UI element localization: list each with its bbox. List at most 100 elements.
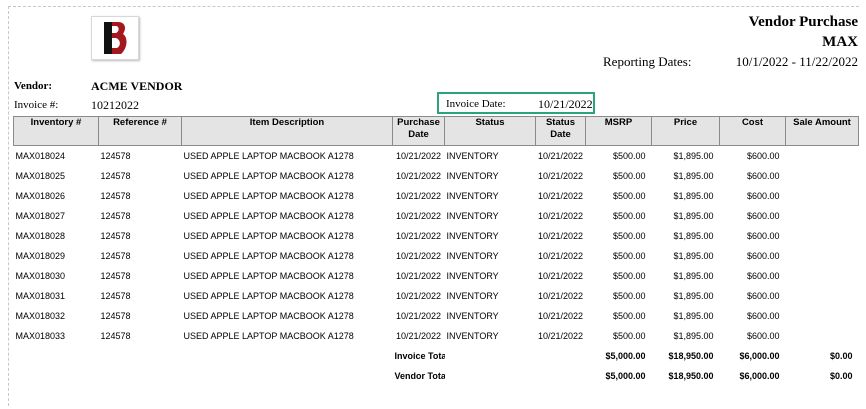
- column-header: Price: [651, 116, 720, 146]
- table-cell: INVENTORY: [446, 271, 499, 281]
- table-cell: INVENTORY: [446, 291, 499, 301]
- table-row: MAX018026 124578 USED APPLE LAPTOP MACBOOK…: [14, 186, 859, 206]
- table-cell: 124578: [100, 251, 131, 261]
- table-cell: 10/21/2022: [395, 331, 442, 341]
- reporting-dates-label: Reporting Dates:: [603, 54, 692, 69]
- table-cell: $500.00: [612, 311, 646, 321]
- table-cell: USED APPLE LAPTOP MACBOOK A1278: [183, 151, 354, 161]
- table-cell: $600.00: [746, 251, 780, 261]
- table-cell: INVENTORY: [446, 251, 499, 261]
- table-cell: $500.00: [612, 291, 646, 301]
- b-logo-icon: [104, 22, 127, 54]
- table-cell: $1,895.00: [673, 231, 714, 241]
- table-cell: MAX018024: [15, 151, 66, 161]
- empty-cell: [14, 346, 99, 366]
- table-cell: MAX018030: [15, 271, 66, 281]
- reporting-dates-value: 10/1/2022 - 11/22/2022: [735, 54, 858, 69]
- table-cell: USED APPLE LAPTOP MACBOOK A1278: [183, 291, 354, 301]
- column-header: Status Date: [535, 116, 586, 146]
- table-cell: 10/21/2022: [537, 211, 584, 221]
- table-cell: MAX018031: [15, 291, 66, 301]
- table-cell: [786, 226, 859, 246]
- table-cell: USED APPLE LAPTOP MACBOOK A1278: [183, 311, 354, 321]
- empty-cell: [536, 366, 586, 386]
- table-cell: INVENTORY: [446, 171, 499, 181]
- table-cell: $600.00: [746, 311, 780, 321]
- table-cell: 10/21/2022: [537, 171, 584, 181]
- table-cell: $500.00: [612, 171, 646, 181]
- column-header: Reference #: [98, 116, 182, 146]
- column-header: Inventory #: [13, 116, 99, 146]
- report-title: Vendor Purchase: [748, 14, 858, 30]
- table-cell: $600.00: [746, 291, 780, 301]
- table-row: MAX018029 124578 USED APPLE LAPTOP MACBOOK…: [14, 246, 859, 266]
- table-cell: 10/21/2022: [395, 191, 442, 201]
- company-logo: [91, 16, 139, 60]
- table-cell: MAX018026: [15, 191, 66, 201]
- invoice-date-label: Invoice Date:: [446, 98, 506, 110]
- table-cell: USED APPLE LAPTOP MACBOOK A1278: [183, 251, 354, 261]
- table-cell: [786, 306, 859, 326]
- table-row: MAX018025 124578 USED APPLE LAPTOP MACBOOK…: [14, 166, 859, 186]
- empty-cell: [14, 366, 99, 386]
- table-cell: 10/21/2022: [537, 271, 584, 281]
- report-subtitle: MAX: [822, 34, 858, 50]
- table-row: MAX018033 124578 USED APPLE LAPTOP MACBOOK…: [14, 326, 859, 346]
- table-cell: MAX018027: [15, 211, 66, 221]
- table-cell: $1,895.00: [673, 271, 714, 281]
- table-cell: 10/21/2022: [537, 231, 584, 241]
- table-cell: $500.00: [612, 331, 646, 341]
- table-cell: $1,895.00: [673, 171, 714, 181]
- table-cell: INVENTORY: [446, 231, 499, 241]
- table-cell: [786, 206, 859, 226]
- total-value: $18,950.00: [668, 371, 714, 381]
- empty-cell: [445, 366, 536, 386]
- table-cell: $500.00: [612, 251, 646, 261]
- table-cell: MAX018029: [15, 251, 66, 261]
- table-cell: 124578: [100, 331, 131, 341]
- table-cell: $500.00: [612, 271, 646, 281]
- table-cell: $1,895.00: [673, 211, 714, 221]
- table-cell: 10/21/2022: [537, 151, 584, 161]
- table-cell: $600.00: [746, 331, 780, 341]
- invoice-number-value: 10212022: [91, 98, 139, 112]
- table-cell: $1,895.00: [673, 151, 714, 161]
- table-cell: $600.00: [746, 151, 780, 161]
- total-label: Vendor Total:: [394, 371, 445, 381]
- table-cell: $1,895.00: [673, 331, 714, 341]
- column-header: Item Description: [181, 116, 393, 146]
- table-cell: $600.00: [746, 271, 780, 281]
- purchase-table: Inventory # Reference # Item Description…: [13, 116, 859, 386]
- table-cell: [786, 246, 859, 266]
- total-row: Invoice Total: $5,000.00 $18,950.00 $6,000.…: [14, 346, 859, 366]
- total-value: $0.00: [829, 351, 853, 361]
- table-cell: [786, 326, 859, 346]
- table-cell: [786, 186, 859, 206]
- table-cell: $500.00: [612, 191, 646, 201]
- table-cell: USED APPLE LAPTOP MACBOOK A1278: [183, 171, 354, 181]
- table-cell: USED APPLE LAPTOP MACBOOK A1278: [183, 231, 354, 241]
- table-cell: 10/21/2022: [395, 151, 442, 161]
- empty-cell: [182, 366, 393, 386]
- vendor-label: Vendor:: [14, 80, 53, 92]
- column-header: Status: [444, 116, 536, 146]
- table-cell: INVENTORY: [446, 151, 499, 161]
- table-cell: [786, 166, 859, 186]
- total-value: $18,950.00: [668, 351, 714, 361]
- table-cell: 124578: [100, 171, 131, 181]
- table-cell: 10/21/2022: [537, 331, 584, 341]
- table-cell: $600.00: [746, 191, 780, 201]
- empty-cell: [99, 346, 182, 366]
- total-value: $0.00: [829, 371, 853, 381]
- table-cell: 10/21/2022: [537, 291, 584, 301]
- table-cell: $500.00: [612, 231, 646, 241]
- table-cell: 10/21/2022: [395, 291, 442, 301]
- table-cell: 10/21/2022: [395, 271, 442, 281]
- total-row: Vendor Total: $5,000.00 $18,950.00 $6,000.0…: [14, 366, 859, 386]
- table-cell: 124578: [100, 191, 131, 201]
- table-cell: INVENTORY: [446, 211, 499, 221]
- table-cell: $600.00: [746, 231, 780, 241]
- column-header: Purchase Date: [392, 116, 445, 146]
- table-cell: $1,895.00: [673, 311, 714, 321]
- table-cell: $500.00: [612, 151, 646, 161]
